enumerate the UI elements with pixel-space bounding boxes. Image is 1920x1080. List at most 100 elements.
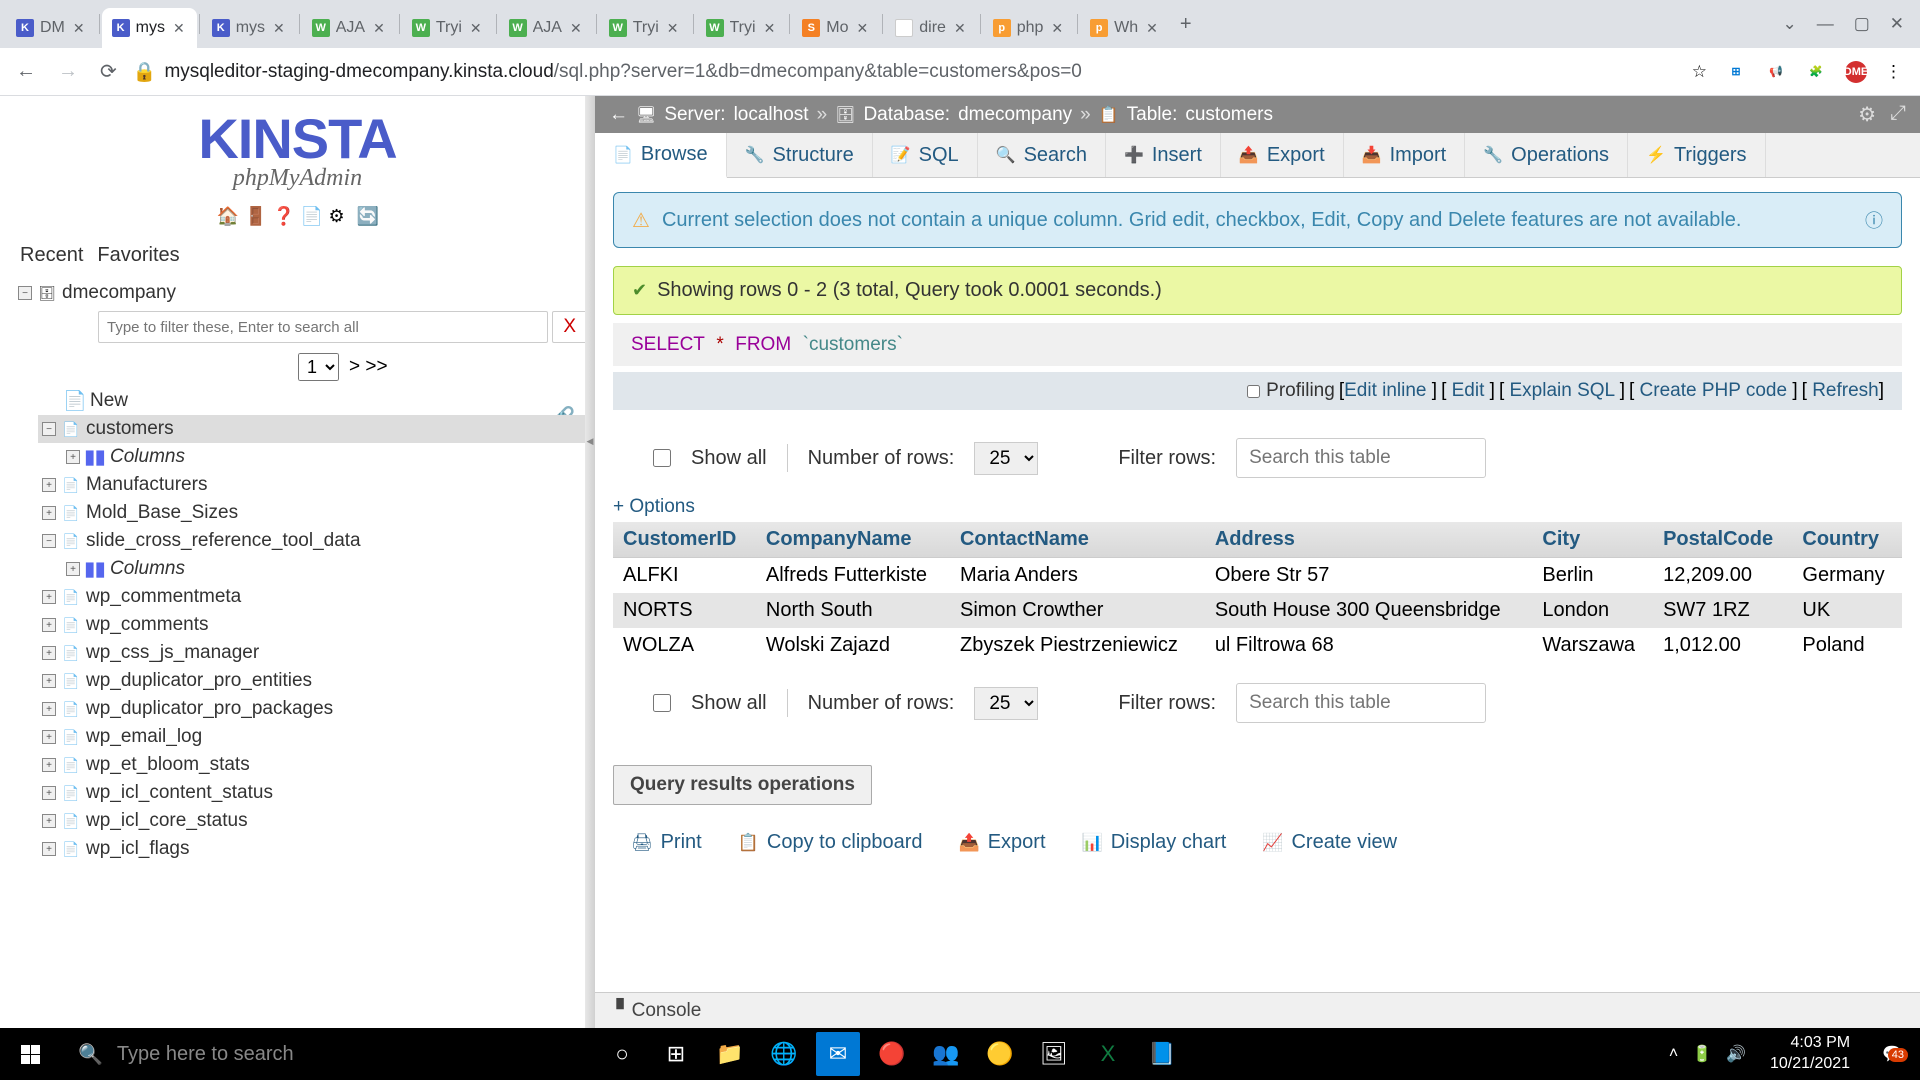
expand-icon[interactable]: + xyxy=(42,618,56,632)
browser-tab[interactable]: WAJA✕ xyxy=(302,8,397,48)
profiling-checkbox[interactable]: Profiling xyxy=(1247,380,1335,402)
expand-icon[interactable]: + xyxy=(42,478,56,492)
browser-tab[interactable]: WAJA✕ xyxy=(499,8,594,48)
dme-extension-icon[interactable]: DME xyxy=(1845,61,1867,83)
expand-icon[interactable]: + xyxy=(42,786,56,800)
tab-insert[interactable]: ➕Insert xyxy=(1106,133,1221,177)
collapse-icon[interactable]: − xyxy=(42,534,56,548)
tab-sql[interactable]: 📝SQL xyxy=(873,133,978,177)
taskbar-clock[interactable]: 4:03 PM 10/21/2021 xyxy=(1760,1033,1860,1075)
tab-close-icon[interactable]: ✕ xyxy=(171,18,187,39)
tab-browse[interactable]: 📄Browse xyxy=(595,133,727,178)
browser-tab[interactable]: KDM✕ xyxy=(6,8,97,48)
docs-icon[interactable]: ❓ xyxy=(273,206,295,228)
app-icon[interactable]: 🔴 xyxy=(870,1032,914,1076)
tree-table[interactable]: +wp_et_bloom_stats xyxy=(38,751,595,779)
reload-icon[interactable]: 🔄 xyxy=(357,206,379,228)
expand-icon[interactable]: + xyxy=(42,842,56,856)
recent-tab[interactable]: Recent xyxy=(20,244,83,267)
browser-tab[interactable]: WTryi✕ xyxy=(402,8,494,48)
browser-tab[interactable]: Gdire✕ xyxy=(885,8,977,48)
column-header[interactable]: City xyxy=(1532,522,1653,558)
tree-next-page[interactable]: > >> xyxy=(349,356,388,378)
clear-filter-button[interactable]: X xyxy=(552,311,587,343)
app-icon[interactable]: 📘 xyxy=(1140,1032,1184,1076)
logout-icon[interactable]: 🚪 xyxy=(245,206,267,228)
favorites-tab[interactable]: Favorites xyxy=(97,244,179,267)
chrome-menu-icon[interactable]: ⋮ xyxy=(1885,62,1902,82)
tab-import[interactable]: 📥Import xyxy=(1344,133,1466,177)
explorer-icon[interactable]: 📁 xyxy=(708,1032,752,1076)
taskbar-search[interactable]: 🔍 Type here to search xyxy=(60,1042,590,1067)
show-all-checkbox[interactable] xyxy=(653,449,671,467)
tree-page-select[interactable]: 1 xyxy=(298,353,339,381)
breadcrumb-server[interactable]: localhost xyxy=(734,104,809,126)
tray-chevron-icon[interactable]: ˄ xyxy=(1669,1045,1678,1063)
tab-close-icon[interactable]: ✕ xyxy=(1049,18,1065,39)
result-op-export[interactable]: 📤Export xyxy=(959,831,1046,854)
expand-icon[interactable]: + xyxy=(66,562,80,576)
browser-tab[interactable]: pphp✕ xyxy=(983,8,1075,48)
expand-icon[interactable]: + xyxy=(66,450,80,464)
battery-icon[interactable]: 🔋 xyxy=(1692,1044,1712,1064)
tree-table[interactable]: +wp_commentmeta xyxy=(38,583,595,611)
browser-tab[interactable]: WTryi✕ xyxy=(696,8,788,48)
tab-search[interactable]: 🔍Search xyxy=(978,133,1106,177)
tree-table[interactable]: +wp_icl_core_status xyxy=(38,807,595,835)
breadcrumb-database[interactable]: dmecompany xyxy=(958,104,1072,126)
tab-close-icon[interactable]: ✕ xyxy=(371,18,387,39)
show-all-checkbox[interactable] xyxy=(653,694,671,712)
tab-close-icon[interactable]: ✕ xyxy=(762,18,778,39)
tree-table[interactable]: +wp_comments xyxy=(38,611,595,639)
tree-table[interactable]: +Manufacturers xyxy=(38,471,595,499)
tree-table[interactable]: +wp_css_js_manager xyxy=(38,639,595,667)
collapse-nav-icon[interactable]: ← xyxy=(609,104,628,126)
home-icon[interactable]: 🏠 xyxy=(217,206,239,228)
breadcrumb-table[interactable]: customers xyxy=(1185,104,1273,126)
tab-triggers[interactable]: ⚡Triggers xyxy=(1628,133,1766,177)
explain-sql-link[interactable]: Explain SQL xyxy=(1510,380,1615,401)
tree-table[interactable]: +wp_email_log xyxy=(38,723,595,751)
tab-close-icon[interactable]: ✕ xyxy=(71,18,87,39)
options-toggle[interactable]: + Options xyxy=(613,496,695,518)
column-header[interactable]: Country xyxy=(1792,522,1902,558)
info-icon[interactable]: ⓘ xyxy=(1865,207,1883,233)
tab-close-icon[interactable]: ✕ xyxy=(855,18,871,39)
tab-export[interactable]: 📤Export xyxy=(1221,133,1344,177)
minimize-button[interactable]: — xyxy=(1817,14,1834,34)
start-button[interactable] xyxy=(0,1028,60,1080)
filter-rows-input[interactable] xyxy=(1236,438,1486,478)
expand-icon[interactable]: + xyxy=(42,758,56,772)
sidebar-resize-handle[interactable] xyxy=(585,96,595,1028)
browser-tab[interactable]: WTryi✕ xyxy=(599,8,691,48)
column-header[interactable]: CompanyName xyxy=(756,522,950,558)
tab-close-icon[interactable]: ✕ xyxy=(952,18,968,39)
extension-icon[interactable]: 📢 xyxy=(1765,61,1787,83)
result-op-print[interactable]: 🖨Print xyxy=(631,831,702,854)
tree-new[interactable]: 📄 New xyxy=(62,387,595,415)
excel-icon[interactable]: X xyxy=(1086,1032,1130,1076)
tab-close-icon[interactable]: ✕ xyxy=(665,18,681,39)
volume-icon[interactable]: 🔊 xyxy=(1726,1044,1746,1064)
expand-icon[interactable]: + xyxy=(42,730,56,744)
refresh-link[interactable]: Refresh xyxy=(1812,380,1879,401)
result-op-create-view[interactable]: 📈Create view xyxy=(1262,831,1397,854)
console-bar[interactable]: ▝ Console xyxy=(595,992,1920,1028)
tab-close-icon[interactable]: ✕ xyxy=(1144,18,1160,39)
browser-tab[interactable]: SMo✕ xyxy=(792,8,880,48)
chrome-icon[interactable]: 🌐 xyxy=(762,1032,806,1076)
expand-icon[interactable]: + xyxy=(42,506,56,520)
maximize-button[interactable]: ▢ xyxy=(1854,14,1870,34)
browser-tab[interactable]: pWh✕ xyxy=(1080,8,1170,48)
tree-table[interactable]: +wp_icl_content_status xyxy=(38,779,595,807)
page-settings-icon[interactable]: ⚙ xyxy=(1858,102,1876,127)
new-tab-button[interactable]: + xyxy=(1170,13,1202,36)
expand-icon[interactable]: + xyxy=(42,702,56,716)
result-op-display-chart[interactable]: 📊Display chart xyxy=(1082,831,1227,854)
browser-tab[interactable]: Kmys✕ xyxy=(102,8,197,48)
settings-icon[interactable]: ⚙ xyxy=(329,206,351,228)
console-toggle-icon[interactable]: ▝ xyxy=(609,999,624,1022)
edit-link[interactable]: Edit xyxy=(1452,380,1485,401)
tab-close-icon[interactable]: ✕ xyxy=(468,18,484,39)
tree-table[interactable]: +wp_duplicator_pro_packages xyxy=(38,695,595,723)
